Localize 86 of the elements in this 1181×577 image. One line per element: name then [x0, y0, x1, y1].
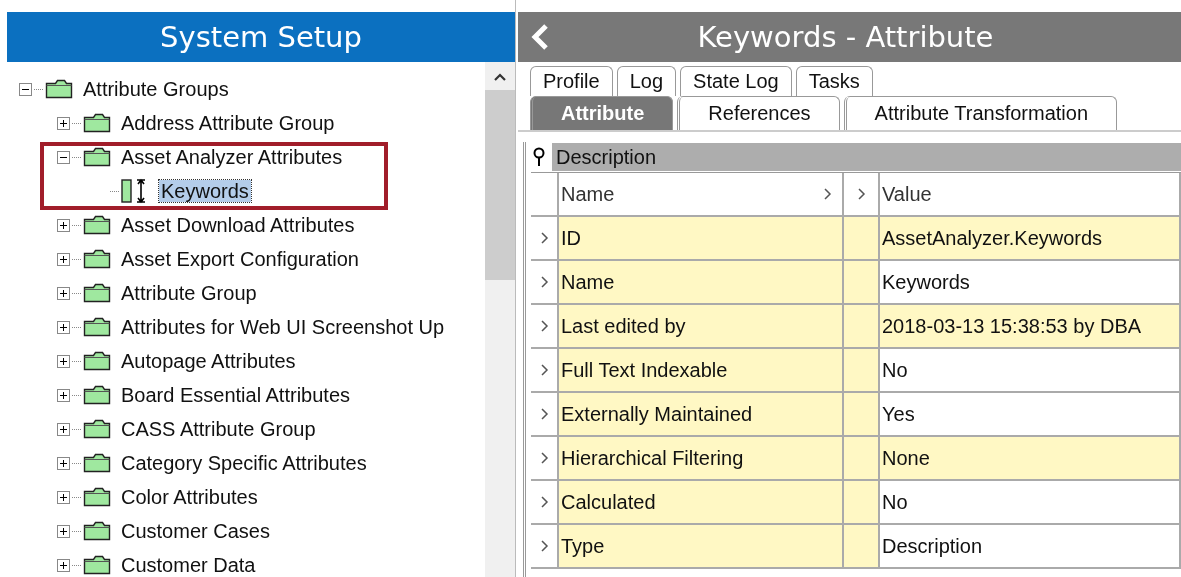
table-cell: 2018-03-13 15:38:53 by DBA	[880, 305, 1181, 349]
expand-toggle[interactable]	[57, 354, 70, 368]
folder-icon	[83, 249, 111, 269]
tree-item[interactable]: Asset Download Attributes	[119, 214, 357, 236]
expand-toggle[interactable]	[57, 490, 70, 504]
expand-row-icon[interactable]	[539, 539, 549, 553]
folder-icon	[83, 487, 111, 507]
table-cell: Keywords	[880, 261, 1181, 305]
expand-row-icon[interactable]	[539, 407, 549, 421]
table-cell: No	[880, 349, 1181, 393]
expand-toggle[interactable]	[57, 320, 70, 334]
expand-toggle[interactable]	[57, 116, 70, 130]
tree-item[interactable]: Color Attributes	[119, 486, 260, 508]
collapse-toggle[interactable]	[57, 150, 70, 164]
back-icon[interactable]	[530, 23, 550, 51]
table-cell: Externally Maintained	[559, 393, 844, 437]
expand-toggle[interactable]	[57, 456, 70, 470]
tab[interactable]: Attribute	[530, 96, 674, 130]
folder-icon	[83, 351, 111, 371]
column-header[interactable]: Name	[559, 173, 844, 217]
folder-icon	[83, 385, 111, 405]
tree-item[interactable]: Attributes for Web UI Screenshot Up	[119, 316, 447, 338]
tree-item[interactable]: Category Specific Attributes	[119, 452, 369, 474]
expand-toggle[interactable]	[57, 422, 70, 436]
table-cell: Yes	[880, 393, 1181, 437]
folder-icon	[83, 317, 111, 337]
table-cell: Full Text Indexable	[559, 349, 844, 393]
tree-item[interactable]: Board Essential Attributes	[119, 384, 352, 406]
collapse-toggle[interactable]	[19, 82, 32, 96]
section-header: Description	[552, 143, 1181, 171]
expand-toggle[interactable]	[57, 388, 70, 402]
table-cell: Last edited by	[559, 305, 844, 349]
table-cell: ID	[559, 217, 844, 261]
tree-item[interactable]: Address Attribute Group	[119, 112, 337, 134]
expand-toggle[interactable]	[57, 218, 70, 232]
tree-item[interactable]: CASS Attribute Group	[119, 418, 318, 440]
tab[interactable]: References	[677, 96, 840, 130]
folder-icon	[83, 555, 111, 575]
tree-item[interactable]: Attribute Group	[119, 282, 259, 304]
folder-icon	[83, 521, 111, 541]
chevron-right-icon[interactable]	[856, 187, 866, 201]
table-cell: AssetAnalyzer.Keywords	[880, 217, 1181, 261]
folder-icon	[83, 283, 111, 303]
tree-item[interactable]: Asset Export Configuration	[119, 248, 361, 270]
table-cell: No	[880, 481, 1181, 525]
tree-item[interactable]: Keywords	[159, 180, 251, 202]
expand-row-icon[interactable]	[539, 451, 549, 465]
expand-toggle[interactable]	[57, 286, 70, 300]
tab[interactable]: Attribute Transformation	[843, 96, 1118, 130]
folder-icon	[83, 113, 111, 133]
expand-row-icon[interactable]	[539, 231, 549, 245]
folder-icon	[83, 419, 111, 439]
tab[interactable]: Tasks	[795, 66, 873, 96]
chevron-right-icon[interactable]	[823, 187, 832, 201]
scroll-up-icon[interactable]	[493, 72, 507, 82]
folder-icon	[83, 147, 111, 167]
table-cell: Hierarchical Filtering	[559, 437, 844, 481]
expand-toggle[interactable]	[57, 252, 70, 266]
panel-title: System Setup	[160, 20, 362, 54]
table-cell: Name	[559, 261, 844, 305]
expand-row-icon[interactable]	[539, 363, 549, 377]
tree-item[interactable]: Customer Cases	[119, 520, 272, 542]
table-cell: Description	[880, 525, 1181, 569]
scrollbar[interactable]	[485, 62, 515, 577]
expand-toggle[interactable]	[57, 558, 70, 572]
panel-title: Keywords - Attribute	[696, 20, 995, 54]
table-cell: None	[880, 437, 1181, 481]
expand-row-icon[interactable]	[539, 275, 549, 289]
table-cell: Calculated	[559, 481, 844, 525]
tree-item[interactable]: Customer Data	[119, 554, 258, 576]
tree-item[interactable]: Asset Analyzer Attributes	[119, 146, 345, 168]
folder-icon	[45, 79, 73, 99]
table-cell: Type	[559, 525, 844, 569]
pin-icon[interactable]	[532, 147, 546, 167]
tab[interactable]: Profile	[530, 66, 613, 96]
expand-row-icon[interactable]	[539, 495, 549, 509]
tree-item[interactable]: Attribute Groups	[81, 78, 231, 100]
expand-row-icon[interactable]	[539, 319, 549, 333]
scrollbar-thumb[interactable]	[485, 90, 515, 280]
folder-icon	[83, 453, 111, 473]
folder-icon	[83, 215, 111, 235]
tab[interactable]: Log	[616, 66, 677, 96]
expand-toggle[interactable]	[57, 524, 70, 538]
tree-item[interactable]: Autopage Attributes	[119, 350, 298, 372]
column-header[interactable]: Value	[880, 173, 1181, 217]
tab[interactable]: State Log	[680, 66, 792, 96]
